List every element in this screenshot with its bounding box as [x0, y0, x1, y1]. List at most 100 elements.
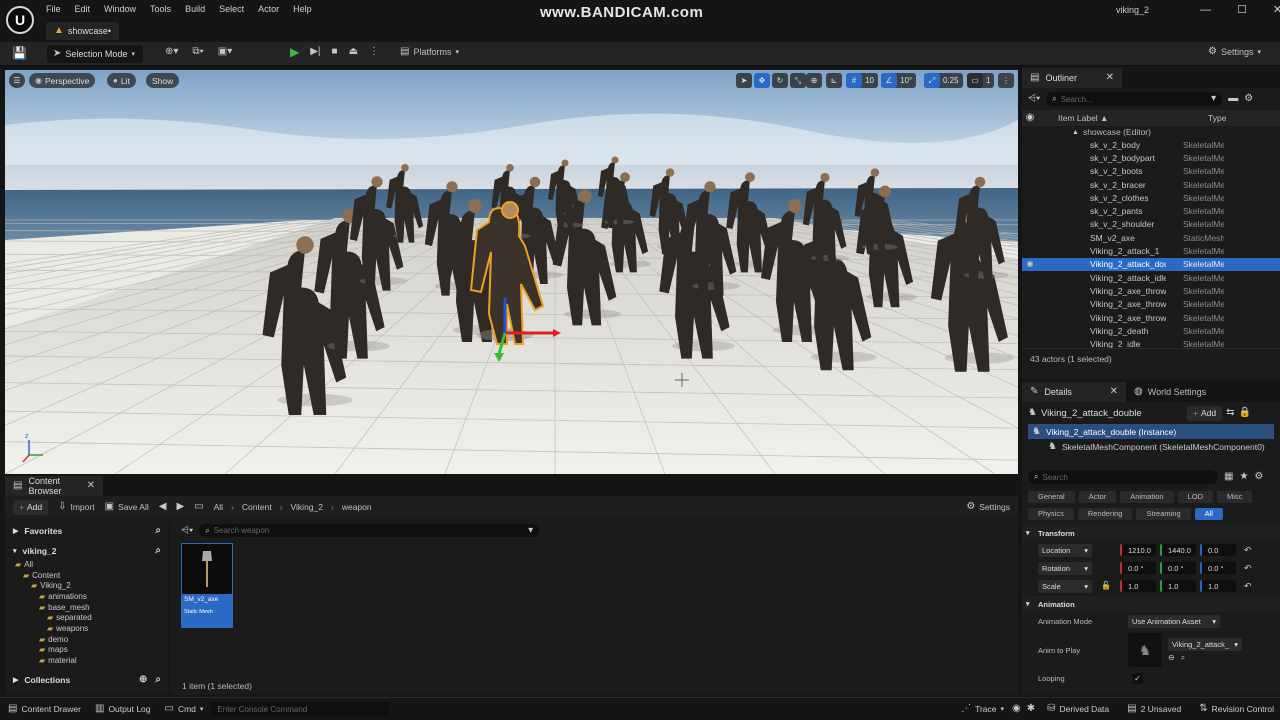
broadcast-icon[interactable]: ✱ — [1027, 704, 1035, 714]
rotation-mode-dropdown[interactable]: Rotation ▾ — [1038, 561, 1092, 575]
breadcrumb-item[interactable]: All — [214, 502, 223, 512]
menu-item[interactable]: Select — [219, 4, 244, 14]
category-filter-button[interactable]: LOD — [1177, 490, 1213, 503]
rotation-field-x[interactable]: 0.0 ° — [1120, 562, 1156, 574]
gear-icon[interactable]: ⚙ — [1254, 472, 1263, 482]
details-tab[interactable]: ✎ Details ✕ — [1022, 382, 1126, 402]
menu-item[interactable]: File — [46, 4, 61, 14]
outliner-row[interactable]: sk_v_2_clothes SkeletalMesh/ — [1022, 191, 1280, 204]
rotation-field-z[interactable]: 0.0 ° — [1200, 562, 1236, 574]
surface-snap-icon[interactable]: ⊾ — [826, 73, 842, 88]
collections-header[interactable]: ▶ Collections ⊕ ⌕ — [5, 671, 169, 688]
close-tab-icon[interactable]: ✕ — [1110, 387, 1118, 397]
blueprint-icon[interactable]: ⇆ — [1226, 408, 1234, 418]
content-browser-tab[interactable]: ▤ Content Browser ✕ — [5, 476, 103, 496]
folder-tree-item[interactable]: ▰ maps — [5, 645, 169, 656]
category-filter-button[interactable]: Rendering — [1077, 507, 1133, 520]
maximize-icon[interactable]: ☐ — [1237, 3, 1247, 16]
filter-icon[interactable]: ⩤▾ — [1028, 94, 1040, 104]
outliner-row[interactable]: ◉ Viking_2_attack_double SkeletalMesh/ — [1022, 257, 1280, 271]
visibility-eye-icon[interactable]: ◉ — [1022, 260, 1038, 268]
scale-snap-toggle[interactable]: ⤢ 0.25 — [924, 73, 963, 88]
folder-tree-item[interactable]: ▰ Content — [5, 570, 169, 581]
outliner-row[interactable]: Viking_2_axe_throw_2 SkeletalMesh/ — [1022, 298, 1280, 311]
forward-icon[interactable]: ▶ — [176, 502, 184, 512]
lock-ratio-icon[interactable]: 🔓 — [1096, 582, 1116, 590]
record-icon[interactable]: ◉ — [1012, 704, 1021, 714]
column-type[interactable]: Type — [1208, 113, 1226, 123]
grid-snap-toggle[interactable]: # 10 — [846, 73, 878, 88]
lit-button[interactable]: ● Lit — [107, 73, 136, 88]
select-tool-icon[interactable]: ➤ — [736, 73, 752, 88]
outliner-row[interactable]: Viking_2_idle SkeletalMesh/ — [1022, 337, 1280, 348]
rotate-tool-icon[interactable]: ↻ — [772, 73, 788, 88]
world-space-icon[interactable]: ⊕ — [806, 73, 822, 88]
step-icon[interactable]: ▶| — [310, 47, 320, 57]
folder-tree-item[interactable]: ▰ weapons — [5, 623, 169, 634]
menu-item[interactable]: Tools — [150, 4, 171, 14]
column-item-label[interactable]: Item Label ▲ — [1038, 113, 1208, 123]
outliner-row[interactable]: sk_v_2_body SkeletalMesh/ — [1022, 138, 1280, 151]
category-filter-button[interactable]: All — [1194, 507, 1223, 520]
level-viewport[interactable]: z ☰ ◉ Perspective ● Lit Show ➤ ✥ ↻ ⤡ ⊕ ⊾… — [5, 70, 1018, 474]
menu-item[interactable]: Actor — [258, 4, 279, 14]
cinematics-icon[interactable]: ▣▾ — [218, 47, 232, 57]
outliner-tab[interactable]: ▤ Outliner ✕ — [1022, 68, 1122, 88]
scale-field-z[interactable]: 1.0 — [1200, 580, 1236, 592]
reset-icon[interactable]: ↶ — [1244, 563, 1252, 573]
gear-icon[interactable]: ⚙ — [1244, 94, 1253, 104]
filter-icon[interactable]: ⩤▾ — [181, 525, 193, 536]
close-tab-icon[interactable]: ✕ — [87, 481, 95, 491]
project-header[interactable]: ▾ viking_2 ⌕ — [5, 542, 169, 559]
scale-mode-dropdown[interactable]: Scale ▾ — [1038, 579, 1092, 593]
unsaved-button[interactable]: ▤ 2 Unsaved — [1127, 704, 1181, 715]
close-icon[interactable]: ✕ — [1273, 3, 1280, 16]
content-drawer-button[interactable]: ▤ Content Drawer — [8, 704, 81, 715]
menu-item[interactable]: Build — [185, 4, 205, 14]
category-filter-button[interactable]: Animation — [1120, 490, 1174, 503]
folder-tree-item[interactable]: ▰ All — [5, 559, 169, 570]
location-field-z[interactable]: 0.0 — [1200, 544, 1236, 556]
search-icon[interactable]: ⌕ — [155, 545, 161, 556]
import-button[interactable]: ⇩ Import — [58, 502, 94, 513]
output-log-button[interactable]: ▥ Output Log — [95, 704, 151, 715]
outliner-row[interactable]: SM_v2_axe StaticMeshAc — [1022, 231, 1280, 244]
animation-mode-dropdown[interactable]: Use Animation Asset ▾ — [1128, 614, 1220, 628]
breadcrumb-item[interactable]: weapon — [342, 502, 372, 512]
back-icon[interactable]: ◀ — [159, 502, 167, 512]
outliner-row[interactable]: sk_v_2_shoulder SkeletalMesh/ — [1022, 218, 1280, 231]
outliner-row[interactable]: Viking_2_axe_throw_1 SkeletalMesh/ — [1022, 284, 1280, 297]
console-input[interactable]: Enter Console Command — [211, 701, 390, 717]
camera-speed-button[interactable]: ▭ 1 — [967, 73, 995, 88]
breadcrumb-item[interactable]: Content — [242, 502, 272, 512]
folder-add-icon[interactable]: ▬ — [1228, 94, 1238, 104]
looping-checkbox[interactable]: ✓ — [1132, 672, 1143, 684]
outliner-row[interactable]: Viking_2_attack_idle SkeletalMesh/ — [1022, 271, 1280, 284]
add-actor-icon[interactable]: ⊕▾ — [165, 47, 178, 57]
folder-tree-item[interactable]: ▰ demo — [5, 634, 169, 645]
outliner-root-row[interactable]: ▲ showcase (Editor) — [1022, 126, 1280, 138]
location-mode-dropdown[interactable]: Location ▾ — [1038, 543, 1092, 557]
cb-add-button[interactable]: + Add — [13, 499, 49, 515]
scale-field-y[interactable]: 1.0 — [1160, 580, 1196, 592]
menu-item[interactable]: Edit — [75, 4, 91, 14]
location-field-y[interactable]: 1440.0 — [1160, 544, 1196, 556]
table-view-icon[interactable]: ▦ — [1224, 472, 1233, 482]
folder-tree-item[interactable]: ▰ animations — [5, 591, 169, 602]
details-add-button[interactable]: + Add — [1186, 405, 1223, 421]
menu-item[interactable]: Help — [293, 4, 312, 14]
cmd-dropdown[interactable]: ▭ Cmd ▾ — [165, 704, 204, 715]
more-options-icon[interactable]: ⋮ — [369, 47, 379, 57]
outliner-row[interactable]: sk_v_2_bracer SkeletalMesh/ — [1022, 178, 1280, 191]
asset-tile[interactable]: SM_v2_axe Static Mesh — [181, 543, 233, 628]
outliner-row[interactable]: sk_v_2_boots SkeletalMesh/ — [1022, 165, 1280, 178]
maximize-viewport-icon[interactable]: ⋮ — [998, 73, 1014, 88]
blueprint-icon[interactable]: ⧉▾ — [192, 47, 203, 57]
move-tool-icon[interactable]: ✥ — [754, 73, 770, 88]
category-filter-button[interactable]: Actor — [1078, 490, 1117, 503]
category-filter-button[interactable]: Misc — [1216, 490, 1253, 503]
lock-icon[interactable]: 🔒 — [1238, 408, 1250, 418]
revision-control-button[interactable]: ⇅ Revision Control — [1199, 704, 1274, 715]
minimize-icon[interactable]: — — [1200, 4, 1211, 16]
category-filter-button[interactable]: General — [1028, 490, 1075, 503]
